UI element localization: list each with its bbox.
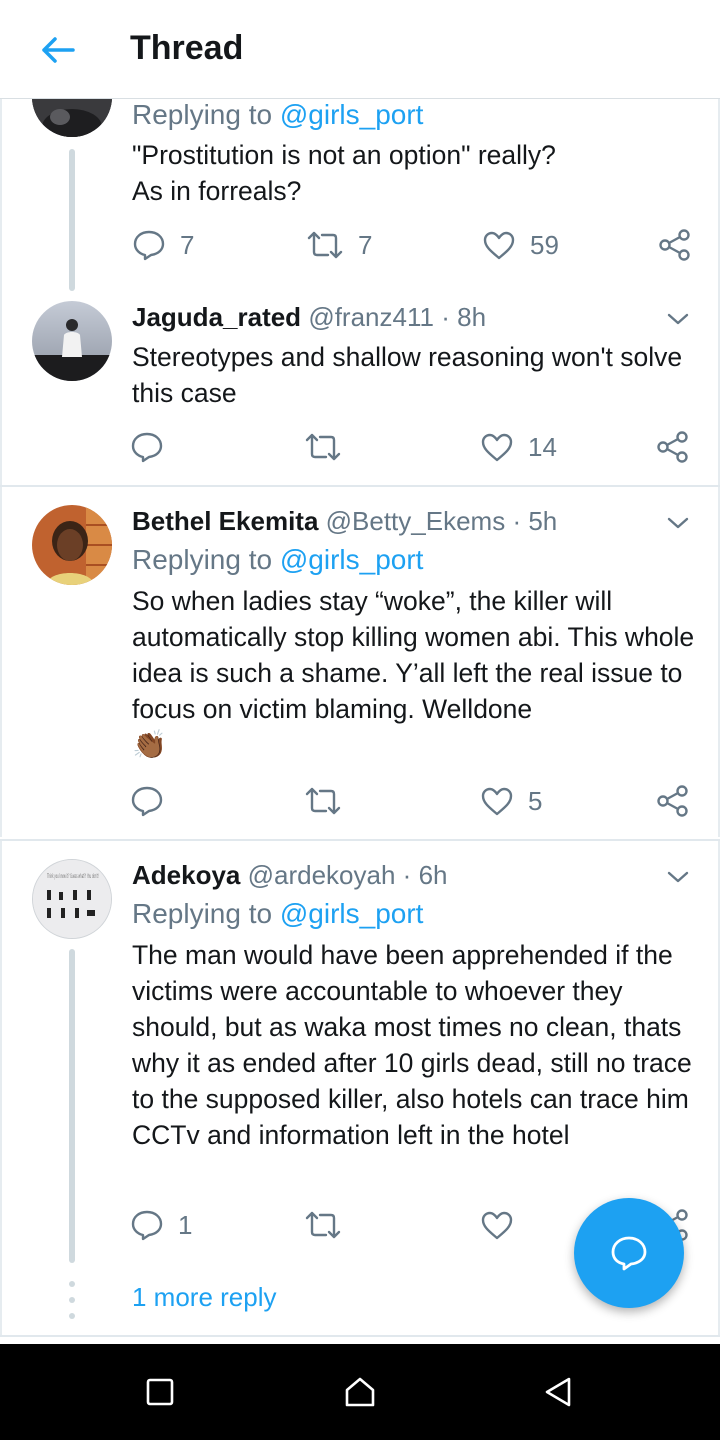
mention-link[interactable]: @girls_port xyxy=(280,99,424,130)
share-icon xyxy=(659,229,690,261)
reply-icon xyxy=(131,1210,163,1241)
chevron-down-icon xyxy=(667,313,689,325)
reply-icon xyxy=(131,432,163,463)
retweet-icon xyxy=(307,231,343,259)
avatar-image xyxy=(32,505,112,585)
thread-connector xyxy=(69,149,75,291)
avatar[interactable] xyxy=(32,301,112,381)
avatar-image xyxy=(32,301,112,381)
user-handle[interactable]: @ardekoyah xyxy=(248,860,396,890)
share-button[interactable] xyxy=(656,781,690,821)
reply-button[interactable] xyxy=(130,781,178,821)
chevron-down-icon xyxy=(667,871,689,883)
reply-button[interactable] xyxy=(130,427,178,467)
thread-feed: Replying to @girls_port "Prostitution is… xyxy=(0,99,720,1344)
reply-bubble-icon xyxy=(611,1236,647,1271)
thread-connector xyxy=(69,949,75,1263)
more-replies-link[interactable]: 1 more reply xyxy=(132,1279,277,1315)
replying-to: Replying to @girls_port xyxy=(132,544,424,575)
share-icon xyxy=(657,431,688,463)
more-options-button[interactable] xyxy=(662,303,694,335)
tweet-0[interactable]: Replying to @girls_port "Prostitution is… xyxy=(0,99,720,291)
reply-count: 7 xyxy=(180,229,195,260)
display-name[interactable]: Bethel Ekemita xyxy=(132,506,318,536)
display-name[interactable]: Jaguda_rated xyxy=(132,302,301,332)
like-button[interactable] xyxy=(480,1205,528,1245)
back-nav-button[interactable] xyxy=(536,1370,580,1414)
heart-icon xyxy=(481,787,513,816)
divider xyxy=(0,1335,720,1337)
avatar[interactable] xyxy=(32,99,112,137)
more-options-button[interactable] xyxy=(662,861,694,893)
tweet-text: The man would have been apprehended if t… xyxy=(132,940,692,1150)
page-title: Thread xyxy=(130,29,244,67)
tweet-header: Adekoya @ardekoyah · 6h xyxy=(132,860,448,890)
recents-button[interactable] xyxy=(138,1370,182,1414)
avatar-image xyxy=(32,99,112,137)
like-button[interactable]: 14 xyxy=(480,427,557,467)
app-header: Thread xyxy=(0,0,720,99)
timestamp: 8h xyxy=(457,302,487,332)
avatar-image: Think you know it? Guess what?! You don'… xyxy=(33,860,111,938)
more-options-button[interactable] xyxy=(662,507,694,539)
share-button[interactable] xyxy=(656,427,690,467)
svg-text:Think you know it? Guess what?: Think you know it? Guess what?! You don'… xyxy=(47,873,99,880)
retweet-icon xyxy=(305,1211,341,1239)
reply-button[interactable]: 1 xyxy=(130,1205,192,1245)
heart-icon xyxy=(483,231,515,260)
user-handle[interactable]: @franz411 xyxy=(308,302,434,332)
like-button[interactable]: 5 xyxy=(480,781,542,821)
like-count: 5 xyxy=(528,785,543,816)
home-button[interactable] xyxy=(338,1370,382,1414)
more-replies-dots xyxy=(69,1281,75,1329)
mention-link[interactable]: @girls_port xyxy=(280,898,424,929)
tweet-text: Stereotypes and shallow reasoning won't … xyxy=(132,342,683,408)
timestamp: 5h xyxy=(528,506,558,536)
avatar[interactable]: Think you know it? Guess what?! You don'… xyxy=(32,859,112,939)
reply-icon xyxy=(133,230,165,261)
square-icon xyxy=(146,1378,174,1406)
retweet-button[interactable] xyxy=(304,427,356,467)
system-nav-bar xyxy=(0,1344,720,1440)
heart-icon xyxy=(481,433,513,462)
like-button[interactable]: 59 xyxy=(482,225,559,265)
compose-reply-button[interactable] xyxy=(574,1198,684,1308)
replying-to: Replying to @girls_port xyxy=(132,99,424,130)
retweet-icon xyxy=(305,787,341,815)
tweet-2[interactable]: Bethel Ekemita @Betty_Ekems · 5h Replyin… xyxy=(0,487,720,837)
heart-icon xyxy=(481,1211,513,1240)
tweet-1[interactable]: Jaguda_rated @franz411 · 8h Stereotypes … xyxy=(0,291,720,485)
reply-count: 1 xyxy=(178,1209,193,1240)
reply-icon xyxy=(131,786,163,817)
tweet-text: "Prostitution is not an option" really? … xyxy=(132,140,556,206)
tweet-header: Bethel Ekemita @Betty_Ekems · 5h xyxy=(132,506,558,536)
display-name[interactable]: Adekoya xyxy=(132,860,240,890)
home-icon xyxy=(345,1377,375,1407)
timestamp: 6h xyxy=(418,860,448,890)
share-button[interactable] xyxy=(658,225,692,265)
retweet-icon xyxy=(305,433,341,461)
like-count: 59 xyxy=(530,229,559,260)
mention-link[interactable]: @girls_port xyxy=(280,544,424,575)
avatar[interactable] xyxy=(32,505,112,585)
like-count: 14 xyxy=(528,431,557,462)
retweet-count: 7 xyxy=(358,229,373,260)
share-icon xyxy=(657,785,688,817)
triangle-back-icon xyxy=(545,1377,571,1407)
clapping-emoji: 👏🏾 xyxy=(132,729,167,760)
reply-button[interactable]: 7 xyxy=(132,225,194,265)
retweet-button[interactable]: 7 xyxy=(306,225,372,265)
replying-to: Replying to @girls_port xyxy=(132,898,424,929)
retweet-button[interactable] xyxy=(304,781,356,821)
tweet-text: So when ladies stay “woke”, the killer w… xyxy=(132,586,695,760)
retweet-button[interactable] xyxy=(304,1205,356,1245)
chevron-down-icon xyxy=(667,517,689,529)
tweet-header: Jaguda_rated @franz411 · 8h xyxy=(132,302,487,332)
user-handle[interactable]: @Betty_Ekems xyxy=(326,506,506,536)
back-button[interactable] xyxy=(34,26,82,74)
back-arrow-icon xyxy=(42,37,75,63)
